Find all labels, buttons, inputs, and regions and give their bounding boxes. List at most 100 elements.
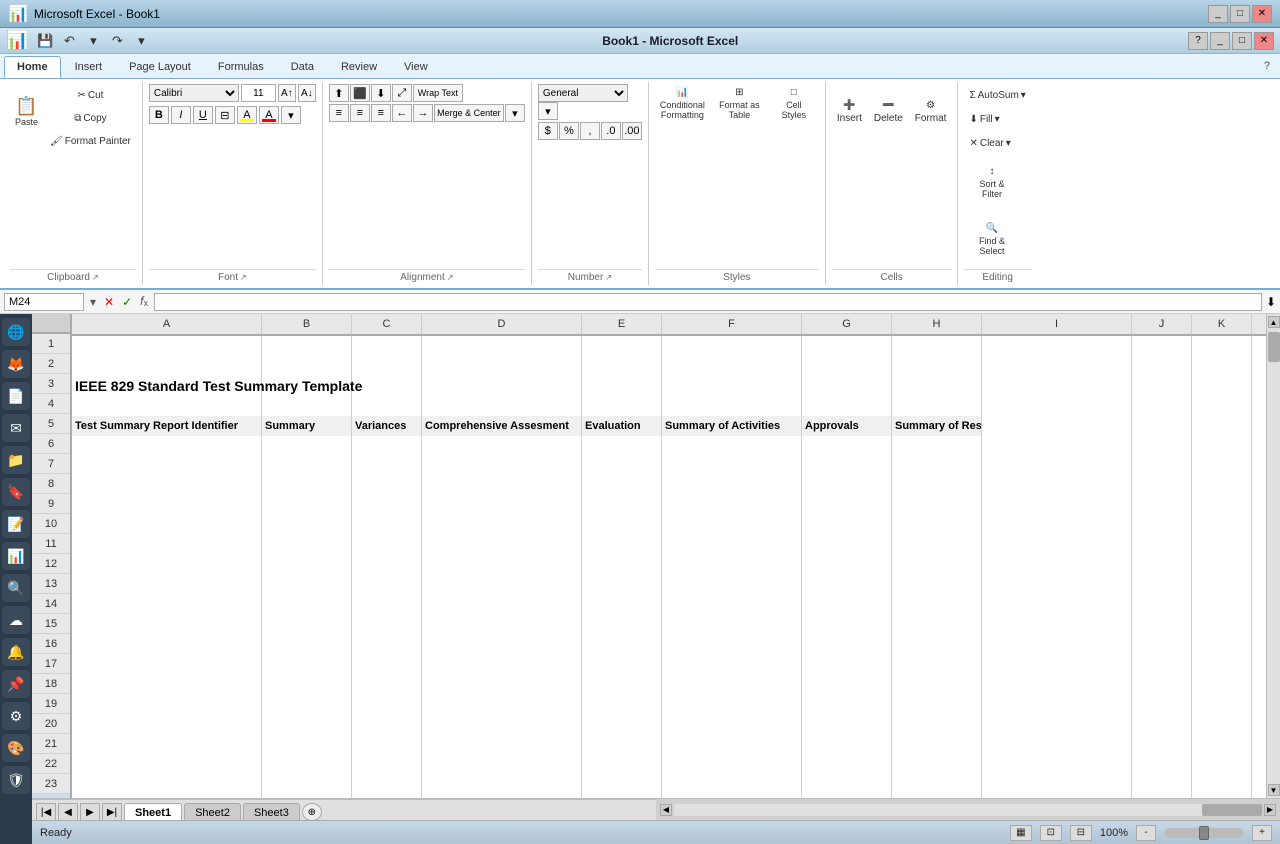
cell-f6[interactable] [662,436,802,456]
cell-c11[interactable] [352,536,422,556]
cell-c14[interactable] [352,596,422,616]
customize-qa-button[interactable]: ▾ [130,31,152,51]
cell-f14[interactable] [662,596,802,616]
cell-c23[interactable] [352,776,422,796]
format-as-table-button[interactable]: ⊞ Format as Table [712,84,767,123]
cell-g19[interactable] [802,696,892,716]
row-number-14[interactable]: 14 [32,594,70,614]
italic-button[interactable]: I [171,106,191,124]
cell-c8[interactable] [352,476,422,496]
cell-k11[interactable] [1192,536,1252,556]
undo-dropdown[interactable]: ▾ [82,31,104,51]
sidebar-icon-5[interactable]: 📁 [2,446,30,474]
help-button[interactable]: ? [1258,56,1276,78]
tab-review[interactable]: Review [328,56,390,78]
cell-g18[interactable] [802,676,892,696]
cell-j13[interactable] [1132,576,1192,596]
zoom-slider[interactable] [1164,828,1244,838]
sheet-tab-2[interactable]: Sheet2 [184,803,241,821]
col-header-b[interactable]: B [262,314,352,334]
cell-d4[interactable] [422,396,582,416]
cell-a2[interactable] [72,356,262,376]
cell-l23[interactable] [1252,776,1266,796]
cell-b14[interactable] [262,596,352,616]
align-center-button[interactable]: ≡ [350,104,370,122]
row-number-7[interactable]: 7 [32,454,70,474]
comma-button[interactable]: , [580,122,600,140]
cell-i1[interactable] [982,336,1132,356]
cell-g6[interactable] [802,436,892,456]
font-color-button[interactable]: A [259,106,279,124]
cell-k20[interactable] [1192,716,1252,736]
col-header-d[interactable]: D [422,314,582,334]
font-expand-icon[interactable]: ↗ [240,273,247,282]
cell-k22[interactable] [1192,756,1252,776]
cell-f19[interactable] [662,696,802,716]
sidebar-icon-7[interactable]: 📝 [2,510,30,538]
cell-g17[interactable] [802,656,892,676]
cell-j3[interactable] [1132,376,1192,396]
sidebar-icon-6[interactable]: 🔖 [2,478,30,506]
wrap-text-button[interactable]: Wrap Text [413,84,463,102]
cell-b4[interactable] [262,396,352,416]
underline-button[interactable]: U [193,106,213,124]
cell-h16[interactable] [892,636,982,656]
cell-j19[interactable] [1132,696,1192,716]
cell-d15[interactable] [422,616,582,636]
cell-e16[interactable] [582,636,662,656]
tab-insert[interactable]: Insert [62,56,116,78]
cell-h22[interactable] [892,756,982,776]
cell-a8[interactable] [72,476,262,496]
number-expand-icon[interactable]: ↗ [605,273,612,282]
format-painter-button[interactable]: 🖌 Format Painter [45,130,136,152]
cell-j1[interactable] [1132,336,1192,356]
cell-i8[interactable] [982,476,1132,496]
cell-b19[interactable] [262,696,352,716]
col-header-k[interactable]: K [1192,314,1252,334]
cell-b2[interactable] [262,356,352,376]
cell-b16[interactable] [262,636,352,656]
cell-b22[interactable] [262,756,352,776]
merge-center-button[interactable]: Merge & Center [434,104,504,122]
cell-h13[interactable] [892,576,982,596]
cell-k5[interactable] [1192,416,1252,436]
cell-b13[interactable] [262,576,352,596]
cell-k14[interactable] [1192,596,1252,616]
row-number-9[interactable]: 9 [32,494,70,514]
cell-e10[interactable] [582,516,662,536]
horizontal-scroll-thumb[interactable] [1202,804,1262,816]
sidebar-icon-14[interactable]: 🎨 [2,734,30,762]
cell-l2[interactable] [1252,356,1266,376]
restore-button[interactable]: □ [1230,5,1250,23]
cell-i10[interactable] [982,516,1132,536]
cell-e9[interactable] [582,496,662,516]
col-header-e[interactable]: E [582,314,662,334]
next-sheet-button[interactable]: ▶ [80,803,100,821]
formula-expand-icon[interactable]: ⬇ [1266,295,1276,309]
cell-h8[interactable] [892,476,982,496]
orientation-button[interactable]: ⤢ [392,84,412,102]
cell-a17[interactable] [72,656,262,676]
scroll-right-button[interactable]: ▶ [1264,804,1276,816]
cell-e3[interactable] [582,376,662,396]
name-box-dropdown[interactable]: ▾ [88,295,98,309]
cell-i6[interactable] [982,436,1132,456]
cell-f9[interactable] [662,496,802,516]
row-number-16[interactable]: 16 [32,634,70,654]
cell-b23[interactable] [262,776,352,796]
col-header-a[interactable]: A [72,314,262,334]
cell-l17[interactable] [1252,656,1266,676]
ribbon-close-button[interactable]: ✕ [1254,32,1274,50]
cell-h5[interactable]: Summary of Results [892,416,982,436]
cell-b17[interactable] [262,656,352,676]
minimize-button[interactable]: _ [1208,5,1228,23]
cell-a15[interactable] [72,616,262,636]
cell-a22[interactable] [72,756,262,776]
first-sheet-button[interactable]: |◀ [36,803,56,821]
format-button[interactable]: ⚙ Format [910,84,952,140]
cell-e19[interactable] [582,696,662,716]
save-button[interactable]: 💾 [34,31,56,51]
cell-l13[interactable] [1252,576,1266,596]
cell-e5[interactable]: Evaluation [582,416,662,436]
cell-i21[interactable] [982,736,1132,756]
